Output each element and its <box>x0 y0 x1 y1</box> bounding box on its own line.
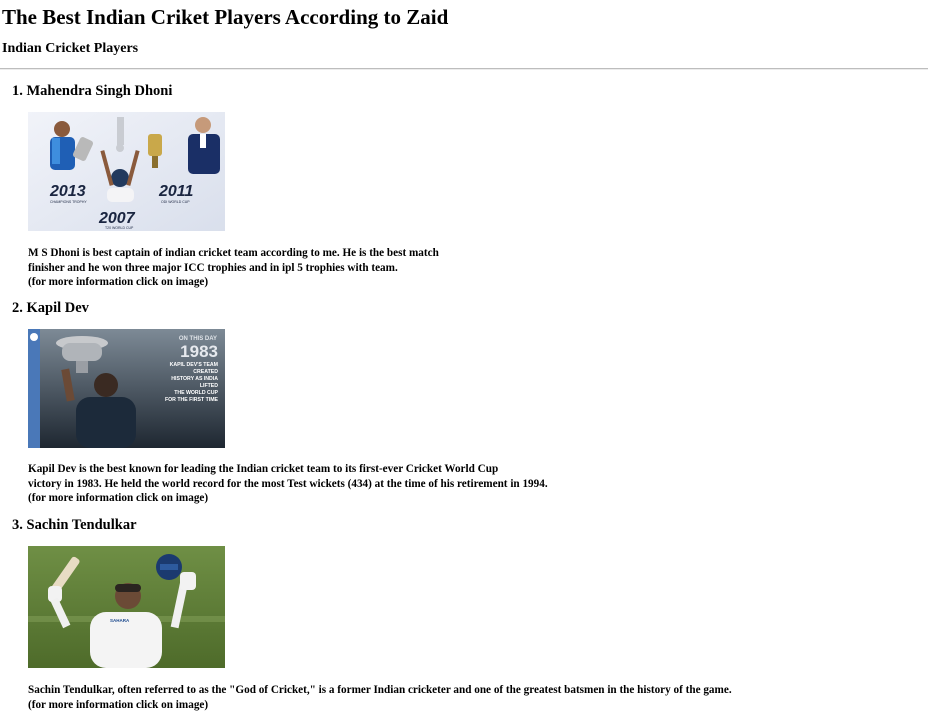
kapil-caption-line: THE WORLD CUP <box>174 390 218 396</box>
player-image-link-kapil[interactable]: ON THIS DAY 1983 KAPIL DEV'S TEAM CREATE… <box>28 329 225 448</box>
kapil-image[interactable]: ON THIS DAY 1983 KAPIL DEV'S TEAM CREATE… <box>28 329 225 448</box>
player-heading-sachin: 3. Sachin Tendulkar <box>12 517 137 533</box>
player-desc-line: M S Dhoni is best captain of indian cric… <box>28 247 439 259</box>
page-subtitle: Indian Cricket Players <box>2 41 139 56</box>
kapil-caption-line: KAPIL DEV'S TEAM <box>170 362 218 368</box>
dhoni-image[interactable]: 2013 CHAMPIONS TROPHY 2011 ODI WORLD CUP… <box>28 112 225 231</box>
kapil-caption-line: CREATED <box>193 369 218 375</box>
player-desc-line: finisher and he won three major ICC trop… <box>28 261 398 274</box>
kapil-caption-line: HISTORY AS INDIA <box>171 376 218 382</box>
player-desc-dhoni: M S Dhoni is best captain of indian cric… <box>28 246 439 290</box>
dhoni-caption-left: CHAMPIONS TROPHY <box>50 200 87 204</box>
dhoni-caption-right: ODI WORLD CUP <box>161 200 190 204</box>
player-image-link-dhoni[interactable]: 2013 CHAMPIONS TROPHY 2011 ODI WORLD CUP… <box>28 112 225 231</box>
dhoni-year-right: 2011 <box>158 183 194 200</box>
dhoni-caption-bottom: T20 WORLD CUP <box>105 226 134 230</box>
page: The Best Indian Criket Players According… <box>0 0 928 712</box>
player-heading-dhoni: 1. Mahendra Singh Dhoni <box>12 83 173 99</box>
player-heading-kapil: 2. Kapil Dev <box>12 300 89 316</box>
player-desc-line: victory in 1983. He held the world recor… <box>28 477 548 490</box>
more-info-text: (for more information click on image) <box>28 698 209 711</box>
player-desc-kapil: Kapil Dev is the best known for leading … <box>28 462 548 506</box>
dhoni-year-bottom: 2007 <box>98 210 136 227</box>
player-desc-sachin: Sachin Tendulkar, often referred to as t… <box>28 683 732 712</box>
player-image-link-sachin[interactable]: SAHARA <box>28 546 225 668</box>
more-info-text: (for more information click on image) <box>28 492 209 504</box>
kapil-caption-line: LIFTED <box>200 383 218 389</box>
sachin-shirt-text: SAHARA <box>110 618 130 623</box>
page-title: The Best Indian Criket Players According… <box>2 5 449 29</box>
more-info-text: (for more information click on image) <box>28 276 209 288</box>
player-desc-line: Sachin Tendulkar, often referred to as t… <box>28 684 732 696</box>
kapil-caption-line: FOR THE FIRST TIME <box>165 397 219 403</box>
player-desc-line: Kapil Dev is the best known for leading … <box>28 463 499 475</box>
divider <box>0 68 928 70</box>
sachin-image[interactable]: SAHARA <box>28 546 225 668</box>
dhoni-year-left: 2013 <box>49 183 86 200</box>
kapil-year: 1983 <box>180 342 218 361</box>
